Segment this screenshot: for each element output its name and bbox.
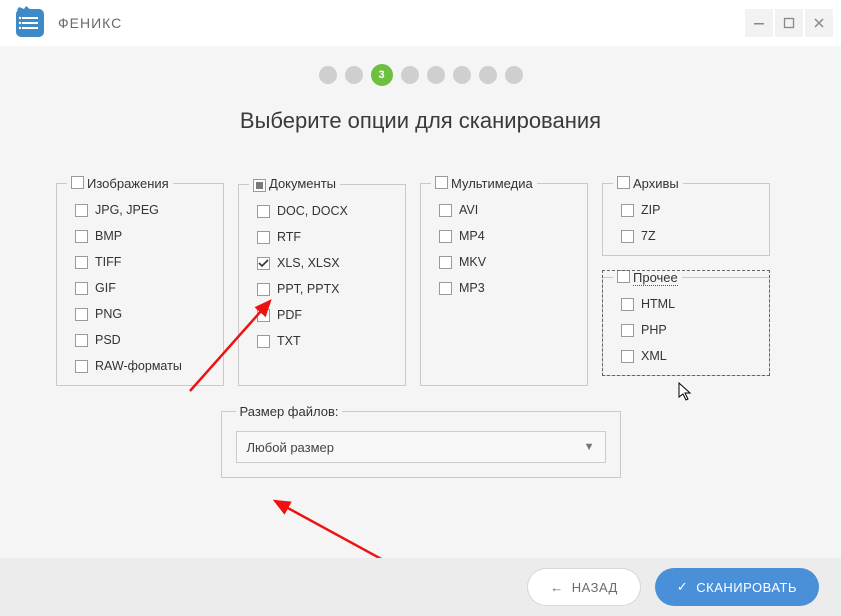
opt-txt[interactable]: TXT [249,328,395,354]
opt-avi[interactable]: AVI [431,197,577,223]
opt-mp3-label: MP3 [459,281,485,295]
arrow-left-icon: ← [550,580,564,595]
group-images-legend[interactable]: Изображения [67,176,173,191]
group-multimedia: Мультимедиа AVI MP4 MKV MP3 [420,176,588,386]
step-dot-8 [505,66,523,84]
step-dot-2 [345,66,363,84]
opt-pdf[interactable]: PDF [249,302,395,328]
group-archives-checkbox[interactable] [617,176,630,189]
opt-mp4-label: MP4 [459,229,485,243]
opt-avi-label: AVI [459,203,478,217]
dropdown-caret-icon: ▼ [584,441,595,453]
opt-bmp[interactable]: BMP [67,223,213,249]
opt-psd-label: PSD [95,333,121,347]
scan-button-label: СКАНИРОВАТЬ [696,580,797,595]
opt-zip-label: ZIP [641,203,660,217]
opt-doc[interactable]: DOC, DOCX [249,198,395,224]
check-icon: ✓ [677,579,688,595]
opt-html-label: HTML [641,297,675,311]
opt-xml-label: XML [641,349,667,363]
opt-html[interactable]: HTML [613,291,759,317]
opt-mkv[interactable]: MKV [431,249,577,275]
group-archives-title: Архивы [633,176,679,191]
group-images-title: Изображения [87,176,169,191]
filetype-groups: Изображения JPG, JPEG BMP TIFF GIF PNG P… [0,176,841,386]
opt-mkv-label: MKV [459,255,486,269]
opt-xml[interactable]: XML [613,343,759,369]
file-size-legend: Размер файлов: [236,404,343,419]
opt-rtf[interactable]: RTF [249,224,395,250]
opt-php-label: PHP [641,323,667,337]
group-archives: Архивы ZIP 7Z [602,176,770,256]
opt-txt-label: TXT [277,334,301,348]
file-size-block: Размер файлов: Любой размер ▼ [221,404,621,478]
group-archives-legend[interactable]: Архивы [613,176,683,191]
opt-ppt-label: PPT, PPTX [277,282,340,296]
maximize-button[interactable] [775,9,803,37]
opt-doc-label: DOC, DOCX [277,204,348,218]
group-other: Прочее HTML PHP XML [602,270,770,376]
opt-tiff-label: TIFF [95,255,121,269]
group-multimedia-legend[interactable]: Мультимедиа [431,176,537,191]
step-dot-1 [319,66,337,84]
group-other-title: Прочее [633,270,678,286]
step-dot-6 [453,66,471,84]
step-dot-7 [479,66,497,84]
opt-xls-label: XLS, XLSX [277,256,340,270]
stepper: 3 [0,66,841,86]
file-size-select[interactable]: Любой размер ▼ [236,431,606,463]
group-images-checkbox[interactable] [71,176,84,189]
file-size-selected: Любой размер [247,440,335,455]
opt-raw[interactable]: RAW-форматы [67,353,213,379]
group-other-legend[interactable]: Прочее [613,270,682,285]
group-other-checkbox[interactable] [617,270,630,283]
opt-7z[interactable]: 7Z [613,223,759,249]
group-documents-legend[interactable]: Документы [249,176,340,192]
opt-mp4[interactable]: MP4 [431,223,577,249]
opt-mp3[interactable]: MP3 [431,275,577,301]
group-documents-title: Документы [269,176,336,191]
opt-tiff[interactable]: TIFF [67,249,213,275]
group-documents: Документы DOC, DOCX RTF XLS, XLSX PPT, P… [238,176,406,386]
opt-raw-label: RAW-форматы [95,359,182,373]
opt-gif[interactable]: GIF [67,275,213,301]
opt-php[interactable]: PHP [613,317,759,343]
page-title: Выберите опции для сканирования [0,108,841,134]
opt-bmp-label: BMP [95,229,122,243]
opt-7z-label: 7Z [641,229,656,243]
group-multimedia-checkbox[interactable] [435,176,448,189]
opt-rtf-label: RTF [277,230,301,244]
content: 3 Выберите опции для сканирования Изобра… [0,46,841,616]
opt-pdf-label: PDF [277,308,302,322]
opt-jpg[interactable]: JPG, JPEG [67,197,213,223]
opt-ppt[interactable]: PPT, PPTX [249,276,395,302]
opt-psd[interactable]: PSD [67,327,213,353]
minimize-button[interactable] [745,9,773,37]
titlebar: ФЕНИКС [0,0,841,46]
opt-gif-label: GIF [95,281,116,295]
step-dot-5 [427,66,445,84]
step-dot-3-active: 3 [371,64,393,86]
close-button[interactable] [805,9,833,37]
app-title: ФЕНИКС [58,15,743,31]
back-button[interactable]: ← НАЗАД [527,568,641,606]
group-multimedia-title: Мультимедиа [451,176,533,191]
opt-jpg-label: JPG, JPEG [95,203,159,217]
opt-zip[interactable]: ZIP [613,197,759,223]
window-controls [743,9,833,37]
app-logo [12,5,48,41]
step-dot-4 [401,66,419,84]
file-size-fieldset: Размер файлов: Любой размер ▼ [221,404,621,478]
footer: ← НАЗАД ✓ СКАНИРОВАТЬ [0,558,841,616]
opt-png[interactable]: PNG [67,301,213,327]
group-images: Изображения JPG, JPEG BMP TIFF GIF PNG P… [56,176,224,386]
back-button-label: НАЗАД [572,580,618,595]
opt-xls[interactable]: XLS, XLSX [249,250,395,276]
scan-button[interactable]: ✓ СКАНИРОВАТЬ [655,568,819,606]
group-documents-checkbox[interactable] [253,179,266,192]
opt-png-label: PNG [95,307,122,321]
